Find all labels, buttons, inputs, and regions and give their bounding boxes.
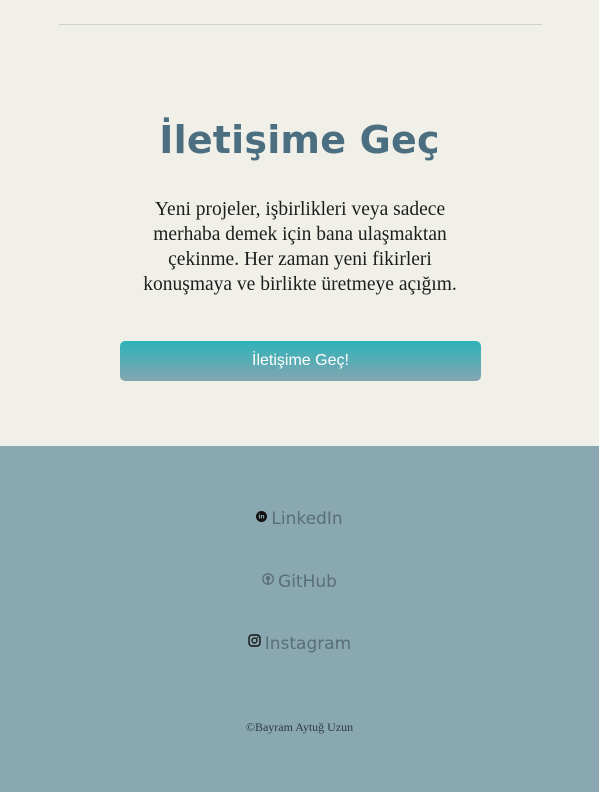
social-link-linkedin[interactable]: in LinkedIn — [0, 509, 599, 529]
social-link-instagram[interactable]: Instagram — [0, 634, 599, 654]
svg-text:in: in — [259, 514, 265, 521]
instagram-link-label[interactable]: Instagram — [265, 634, 352, 654]
contact-title: İletişime Geç — [159, 118, 440, 162]
footer: in LinkedIn GitHub Instagram ©Bayram Ayt… — [0, 446, 599, 792]
contact-button[interactable]: İletişime Geç! — [120, 341, 481, 381]
contact-section: İletişime Geç Yeni projeler, işbirlikler… — [0, 0, 599, 446]
linkedin-link-label[interactable]: LinkedIn — [271, 509, 342, 529]
github-icon — [262, 570, 274, 590]
github-link-label[interactable]: GitHub — [278, 572, 337, 592]
social-link-github[interactable]: GitHub — [0, 572, 599, 592]
contact-description: Yeni projeler, işbirlikleri veya sadece … — [143, 199, 457, 295]
instagram-icon — [248, 632, 261, 652]
linkedin-icon: in — [256, 507, 268, 527]
copyright-text: ©Bayram Aytuğ Uzun — [245, 720, 354, 734]
top-divider — [59, 24, 542, 25]
